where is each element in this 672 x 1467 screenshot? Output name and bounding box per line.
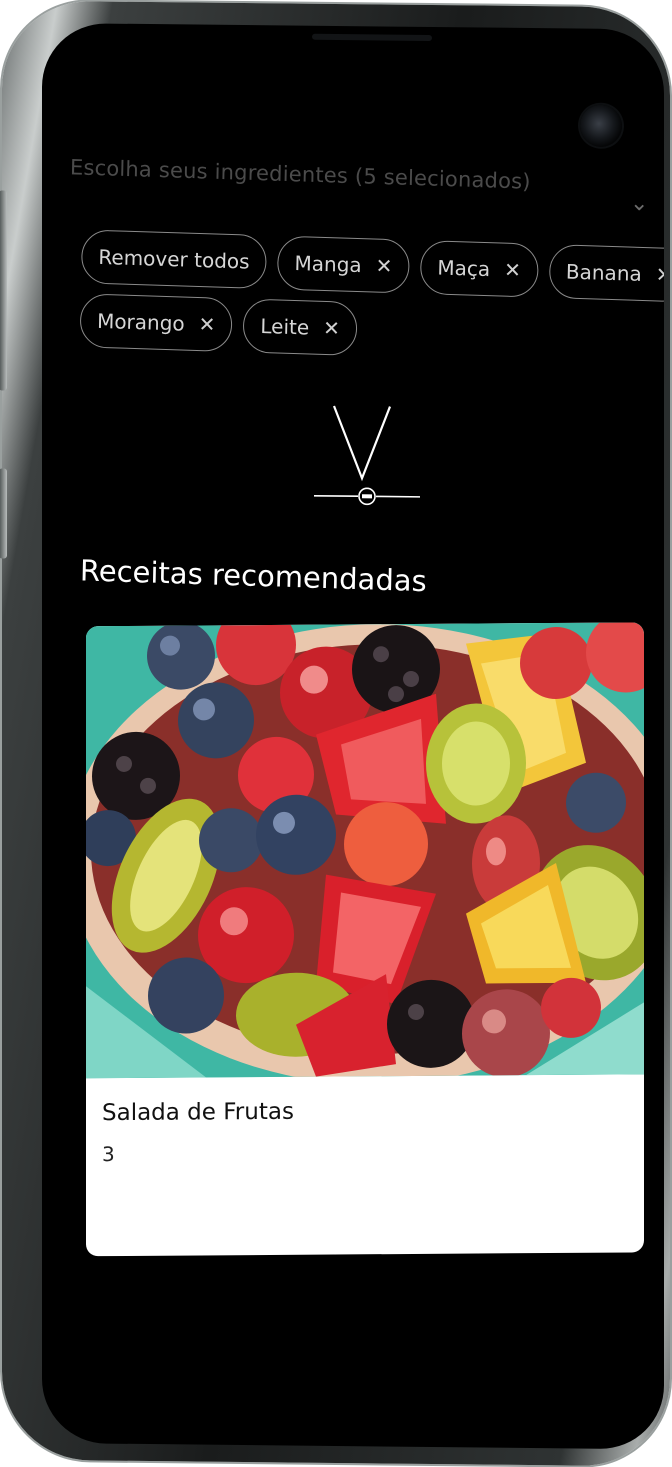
selected-ingredients: Remover todos Manga ✕ Maça ✕ Banana ✕ Mo… (79, 229, 664, 375)
remove-all-chip[interactable]: Remover todos (80, 229, 268, 290)
recipe-image (86, 622, 644, 1079)
fruit-salad-image (86, 622, 644, 1079)
close-icon[interactable]: ✕ (198, 312, 215, 337)
app-logo (314, 405, 420, 506)
remove-all-label: Remover todos (98, 244, 250, 274)
chip-label: Manga (294, 251, 362, 278)
close-icon[interactable]: ✕ (656, 262, 664, 287)
chip-row: Morango ✕ Leite ✕ (79, 293, 641, 365)
front-camera (580, 104, 622, 147)
recipe-title: Salada de Frutas (102, 1098, 294, 1127)
ingredients-dropdown[interactable]: Escolha seus ingredientes (5 selecionado… (70, 155, 531, 193)
recipe-match-count: 3 (102, 1142, 115, 1167)
phone-frame: Escolha seus ingredientes (5 selecionado… (0, 0, 670, 1467)
bixby-button (0, 468, 7, 559)
chip-row: Remover todos Manga ✕ Maça ✕ Banana ✕ (80, 229, 664, 303)
ingredients-dropdown-label: Escolha seus ingredientes (5 selecionado… (69, 155, 531, 194)
chip-manga[interactable]: Manga ✕ (276, 235, 411, 294)
section-title: Receitas recomendadas (79, 553, 428, 599)
close-icon[interactable]: ✕ (323, 316, 340, 341)
chip-maca[interactable]: Maça ✕ (419, 239, 539, 298)
app-screen: Escolha seus ingredientes (5 selecionado… (42, 22, 664, 1450)
volume-button (0, 190, 7, 391)
close-icon[interactable]: ✕ (504, 258, 521, 283)
chip-label: Morango (96, 308, 185, 336)
chip-morango[interactable]: Morango ✕ (79, 293, 233, 353)
chevron-down-icon[interactable]: ⌄ (630, 191, 648, 216)
chip-label: Leite (260, 313, 310, 340)
earpiece (312, 33, 432, 42)
chip-label: Maça (437, 255, 491, 282)
close-icon[interactable]: ✕ (375, 254, 392, 279)
chip-label: Banana (565, 259, 643, 286)
chip-banana[interactable]: Banana ✕ (548, 244, 664, 303)
recipe-card[interactable]: Salada de Frutas 3 (86, 622, 644, 1257)
recipe-info: Salada de Frutas 3 (86, 1074, 644, 1188)
chip-leite[interactable]: Leite ✕ (242, 298, 358, 356)
